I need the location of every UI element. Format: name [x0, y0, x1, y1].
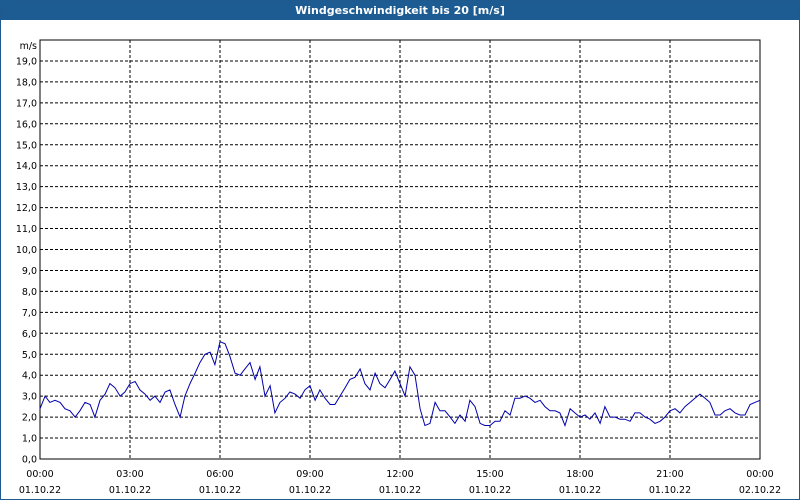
y-tick-label: 17,0 [16, 98, 37, 109]
y-tick-label: 9,0 [22, 266, 37, 277]
wind-speed-chart: 0,0 1,0 2,0 3,0 4,0 5,0 6,0 7,0 8,0 9,0 10,0 11,0 12… [16, 39, 781, 496]
x-tick-time-label: 03:00 [116, 469, 143, 480]
y-tick-label: 8,0 [22, 287, 37, 298]
x-tick-time-label: 06:00 [206, 469, 233, 480]
x-tick-time-label: 15:00 [476, 469, 503, 480]
x-tick-time-label: 09:00 [296, 469, 323, 480]
x-tick-date-label: 01.10.22 [379, 485, 421, 496]
x-tick-time-label: 00:00 [26, 469, 53, 480]
y-tick-label: 6,0 [22, 329, 37, 340]
y-tick-label: 5,0 [22, 350, 37, 361]
x-tick-date-label: 01.10.22 [19, 485, 61, 496]
y-tick-label: 16,0 [16, 119, 37, 130]
x-axis-ticks: 00:00 01.10.22 03:00 01.10.22 06:00 01.10.22 0… [19, 469, 781, 496]
grid-lines [40, 40, 760, 459]
y-tick-label: 7,0 [22, 308, 37, 319]
y-tick-label: 10,0 [16, 245, 37, 256]
x-tick-date-label: 01.10.22 [469, 485, 511, 496]
x-tick-date-label: 01.10.22 [199, 485, 241, 496]
x-tick-time-label: 00:00 [746, 469, 773, 480]
x-tick-date-label: 01.10.22 [109, 485, 151, 496]
y-tick-label: 13,0 [16, 182, 37, 193]
y-tick-label: 12,0 [16, 203, 37, 214]
x-tick-date-label: 01.10.22 [649, 485, 691, 496]
x-tick-date-label: 02.10.22 [739, 485, 781, 496]
y-tick-label: 1,0 [22, 434, 37, 445]
y-tick-label: 15,0 [16, 140, 37, 151]
y-tick-label: 3,0 [22, 392, 37, 403]
x-tick-time-label: 12:00 [386, 469, 413, 480]
x-tick-time-label: 18:00 [566, 469, 593, 480]
x-tick-date-label: 01.10.22 [559, 485, 601, 496]
y-tick-label: 18,0 [16, 77, 37, 88]
y-tick-label: 11,0 [16, 224, 37, 235]
y-axis-unit-label: m/s [20, 41, 37, 52]
y-tick-label: 14,0 [16, 161, 37, 172]
y-axis-ticks: 0,0 1,0 2,0 3,0 4,0 5,0 6,0 7,0 8,0 9,0 10,0 11,0 12… [16, 56, 37, 465]
y-tick-label: 2,0 [22, 413, 37, 424]
y-tick-label: 0,0 [22, 455, 37, 466]
x-tick-date-label: 01.10.22 [289, 485, 331, 496]
x-tick-time-label: 21:00 [656, 469, 683, 480]
y-tick-label: 19,0 [16, 56, 37, 67]
y-tick-label: 4,0 [22, 371, 37, 382]
